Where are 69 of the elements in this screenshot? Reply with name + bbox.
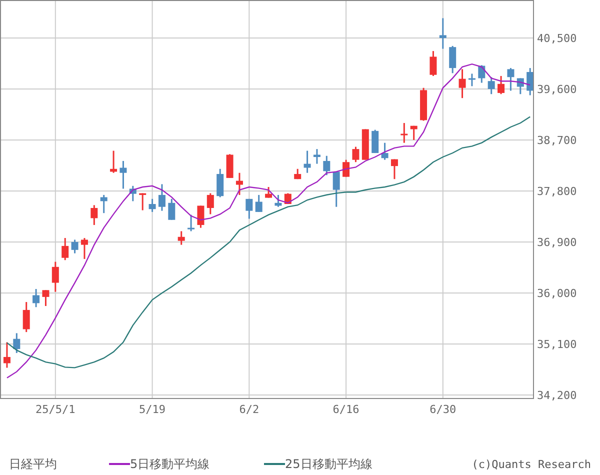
candlestick xyxy=(13,333,20,354)
candlestick xyxy=(255,194,262,212)
candlestick xyxy=(516,78,524,94)
axis-label: 39,600 xyxy=(537,83,577,96)
candlestick xyxy=(90,205,98,225)
candlestick xyxy=(507,68,514,91)
candlestick xyxy=(458,69,466,98)
candlestick xyxy=(323,156,330,176)
copyright-text: (c)Quants Research xyxy=(472,456,591,472)
candlestick xyxy=(52,262,59,292)
candlestick xyxy=(352,146,360,162)
axis-label: 25/5/1 xyxy=(36,403,76,416)
candlestick xyxy=(129,186,136,202)
axis-label: 6/2 xyxy=(239,403,260,416)
candlestick xyxy=(110,150,118,173)
candlestick xyxy=(216,168,224,198)
candlestick xyxy=(206,193,214,214)
candlestick xyxy=(313,149,320,164)
candlestick xyxy=(42,290,50,306)
axis-label: 36,000 xyxy=(537,286,577,300)
candlestick xyxy=(498,76,505,94)
candlestick xyxy=(430,51,437,76)
candlestick xyxy=(158,184,166,211)
candlestick xyxy=(294,168,302,180)
candlestick xyxy=(71,240,78,254)
candlestick xyxy=(274,194,282,207)
candlestick xyxy=(62,238,69,260)
candlestick xyxy=(265,187,272,198)
candlestick xyxy=(236,172,243,195)
axis-label: 5/19 xyxy=(139,403,166,416)
candlestick xyxy=(32,289,40,308)
axis-label: 35,100 xyxy=(537,338,577,351)
candlestick xyxy=(381,142,388,160)
axis-label: 34,200 xyxy=(537,388,577,402)
legend-label: 25日移動平均線 xyxy=(285,456,372,473)
candlestick xyxy=(197,206,204,228)
candlestick xyxy=(400,123,408,143)
candlestick xyxy=(246,198,253,219)
candlestick xyxy=(100,194,108,214)
candlestick xyxy=(390,159,398,180)
candlestick xyxy=(468,74,476,86)
candlestick xyxy=(478,65,486,83)
candlestick xyxy=(304,150,311,173)
axis-label: 40,500 xyxy=(537,32,577,46)
candlestick xyxy=(488,77,495,94)
candlestick xyxy=(148,198,156,212)
candlestick xyxy=(342,160,350,177)
candlestick xyxy=(332,172,340,207)
candlestick xyxy=(449,46,456,74)
candlestick xyxy=(178,231,185,245)
candlestick xyxy=(80,238,88,259)
axis-label: 6/16 xyxy=(332,403,360,416)
candlestick xyxy=(139,193,146,210)
candlestick xyxy=(420,88,428,121)
axis-label: 36,900 xyxy=(537,236,577,249)
candlestick xyxy=(188,214,195,232)
axis-label: 37,800 xyxy=(537,184,577,198)
axis-label: 38,700 xyxy=(537,134,577,147)
candlestick xyxy=(3,342,10,368)
candlestick xyxy=(372,130,379,154)
candlestick xyxy=(168,198,176,220)
legend-label: 5日移動平均線 xyxy=(130,456,210,473)
axis-label: 6/30 xyxy=(430,403,456,416)
candlestick xyxy=(439,18,446,49)
candlestick xyxy=(526,68,534,96)
legend-label: 日経平均 xyxy=(9,456,58,473)
candlestick xyxy=(410,126,418,140)
candlestick xyxy=(120,160,127,189)
candlestick xyxy=(22,302,30,332)
